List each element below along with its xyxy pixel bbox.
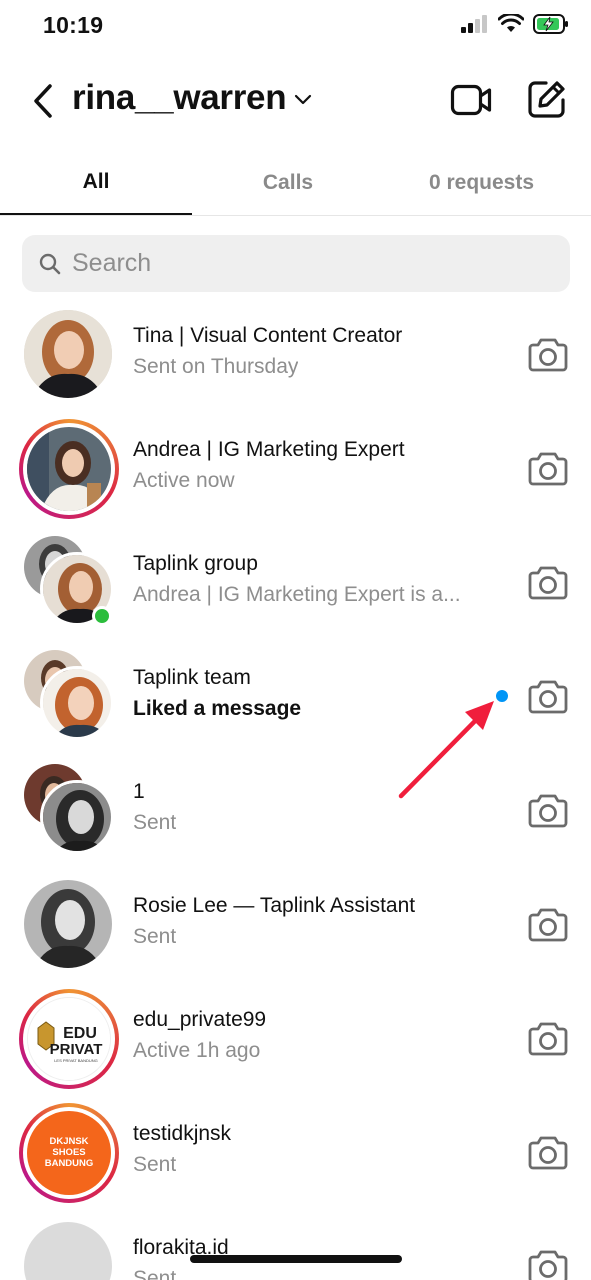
conversation-row[interactable]: Tina | Visual Content Creator Sent on Th… (0, 296, 591, 410)
conversation-row[interactable]: EDU PRIVAT LES PRIVAT BANDUNG edu_privat… (0, 980, 591, 1094)
battery-charging-icon (533, 14, 568, 34)
conversation-name: edu_private99 (133, 1008, 267, 1031)
conversation-status: Andrea | IG Marketing Expert is a... (133, 583, 461, 606)
tab-requests[interactable]: 0 requests (384, 150, 579, 216)
conversation-name: Taplink group (133, 552, 258, 575)
conversation-row[interactable]: Andrea | IG Marketing Expert Active now (0, 410, 591, 524)
chevron-down-icon (295, 94, 312, 105)
conversation-name: testidkjnsk (133, 1122, 232, 1145)
group-avatar (22, 650, 116, 744)
shoes-brand-logo: DKJNSK SHOES BANDUNG (27, 1111, 111, 1195)
video-call-button[interactable] (450, 82, 492, 123)
group-avatar (22, 764, 116, 858)
camera-button[interactable] (528, 1020, 568, 1061)
compose-icon (528, 81, 565, 118)
conversation-row[interactable]: Taplink group Andrea | IG Marketing Expe… (0, 524, 591, 638)
shoes-logo-line1: DKJNSK (49, 1136, 88, 1147)
camera-button[interactable] (528, 336, 568, 377)
shoes-logo-line2: SHOES (52, 1147, 85, 1158)
wifi-icon (498, 14, 524, 32)
unread-indicator (496, 690, 508, 702)
conversation-row[interactable]: Taplink team Liked a message (0, 638, 591, 752)
conversation-name: Andrea | IG Marketing Expert (133, 438, 405, 461)
camera-icon (528, 452, 568, 486)
camera-button[interactable] (528, 1134, 568, 1175)
search-icon (39, 253, 61, 274)
conversation-name: Tina | Visual Content Creator (133, 324, 403, 347)
camera-icon (528, 908, 568, 942)
account-username: rina__warren (72, 78, 287, 117)
conversation-status: Sent (133, 1267, 177, 1280)
avatar (19, 419, 119, 519)
camera-icon (528, 566, 568, 600)
avatar: EDU PRIVAT LES PRIVAT BANDUNG (19, 989, 119, 1089)
camera-icon (528, 338, 568, 372)
status-icons (461, 14, 569, 34)
cellular-signal-icon (461, 15, 487, 33)
chevron-left-icon (34, 84, 52, 118)
new-message-button[interactable] (526, 78, 568, 125)
shoes-logo-line3: BANDUNG (45, 1158, 94, 1169)
account-switcher[interactable]: rina__warren (72, 78, 312, 118)
camera-icon (528, 1022, 568, 1056)
tab-bar: All Calls 0 requests (0, 150, 591, 216)
edu-logo-line1: EDU (63, 1025, 97, 1042)
edu-logo-tagline: LES PRIVAT BANDUNG (54, 1058, 98, 1063)
camera-icon (528, 680, 568, 714)
camera-icon (528, 794, 568, 828)
tab-calls[interactable]: Calls (192, 150, 384, 216)
home-indicator[interactable] (190, 1255, 402, 1263)
group-avatar (22, 536, 116, 630)
avatar (22, 1220, 116, 1280)
conversation-name: Taplink team (133, 666, 251, 689)
camera-icon (528, 1250, 568, 1280)
back-button[interactable] (26, 80, 60, 122)
avatar (22, 878, 116, 972)
edu-logo-line2: PRIVAT (50, 1041, 103, 1058)
camera-button[interactable] (528, 906, 568, 947)
status-time: 10:19 (43, 12, 104, 38)
conversation-list: Tina | Visual Content Creator Sent on Th… (0, 296, 591, 1280)
conversation-row[interactable]: DKJNSK SHOES BANDUNG testidkjnsk Sent (0, 1094, 591, 1208)
edu-privat-logo: EDU PRIVAT LES PRIVAT BANDUNG (28, 998, 110, 1080)
conversation-status: Sent on Thursday (133, 355, 299, 378)
search-input[interactable]: Search (22, 235, 570, 292)
conversation-status: Active 1h ago (133, 1039, 261, 1062)
conversation-status: Active now (133, 469, 235, 492)
camera-icon (528, 1136, 568, 1170)
conversation-status: Liked a message (133, 697, 302, 720)
camera-button[interactable] (528, 792, 568, 833)
search-placeholder: Search (72, 249, 152, 277)
video-camera-icon (450, 84, 492, 116)
tab-all[interactable]: All (0, 150, 192, 215)
conversation-status: Sent (133, 1153, 177, 1176)
conversation-row[interactable]: 1 Sent (0, 752, 591, 866)
status-bar: 10:19 (0, 0, 591, 56)
camera-button[interactable] (528, 1248, 568, 1280)
conversation-name: Rosie Lee — Taplink Assistant (133, 894, 416, 917)
camera-button[interactable] (528, 678, 568, 719)
avatar (22, 308, 116, 402)
conversation-row[interactable]: florakita.id Sent (0, 1208, 591, 1280)
conversation-status: Sent (133, 925, 177, 948)
camera-button[interactable] (528, 450, 568, 491)
camera-button[interactable] (528, 564, 568, 605)
avatar: DKJNSK SHOES BANDUNG (19, 1103, 119, 1203)
conversation-name: 1 (133, 780, 145, 803)
online-indicator (92, 606, 112, 626)
conversation-row[interactable]: Rosie Lee — Taplink Assistant Sent (0, 866, 591, 980)
conversation-status: Sent (133, 811, 177, 834)
header: rina__warren (0, 62, 591, 142)
